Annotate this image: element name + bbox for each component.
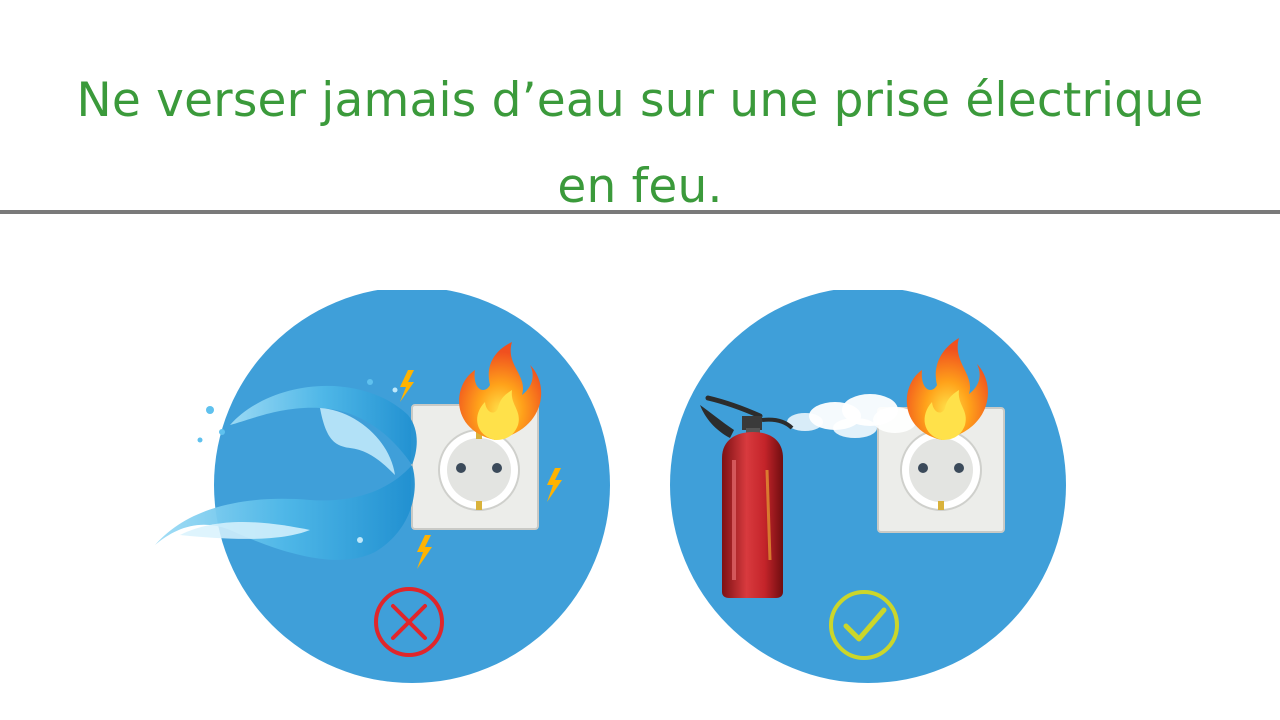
panel-right-extinguisher — [670, 290, 1080, 690]
slide-title: Ne verser jamais d’eau sur une prise éle… — [0, 58, 1280, 230]
title-divider — [0, 210, 1280, 214]
slide: Ne verser jamais d’eau sur une prise éle… — [0, 0, 1280, 720]
wrong-illustration — [155, 290, 610, 683]
panel-wrong-water — [150, 290, 620, 690]
title-line-2: en feu. — [557, 159, 723, 214]
right-illustration — [670, 290, 1066, 683]
title-line-1: Ne verser jamais d’eau sur une prise éle… — [76, 73, 1204, 128]
